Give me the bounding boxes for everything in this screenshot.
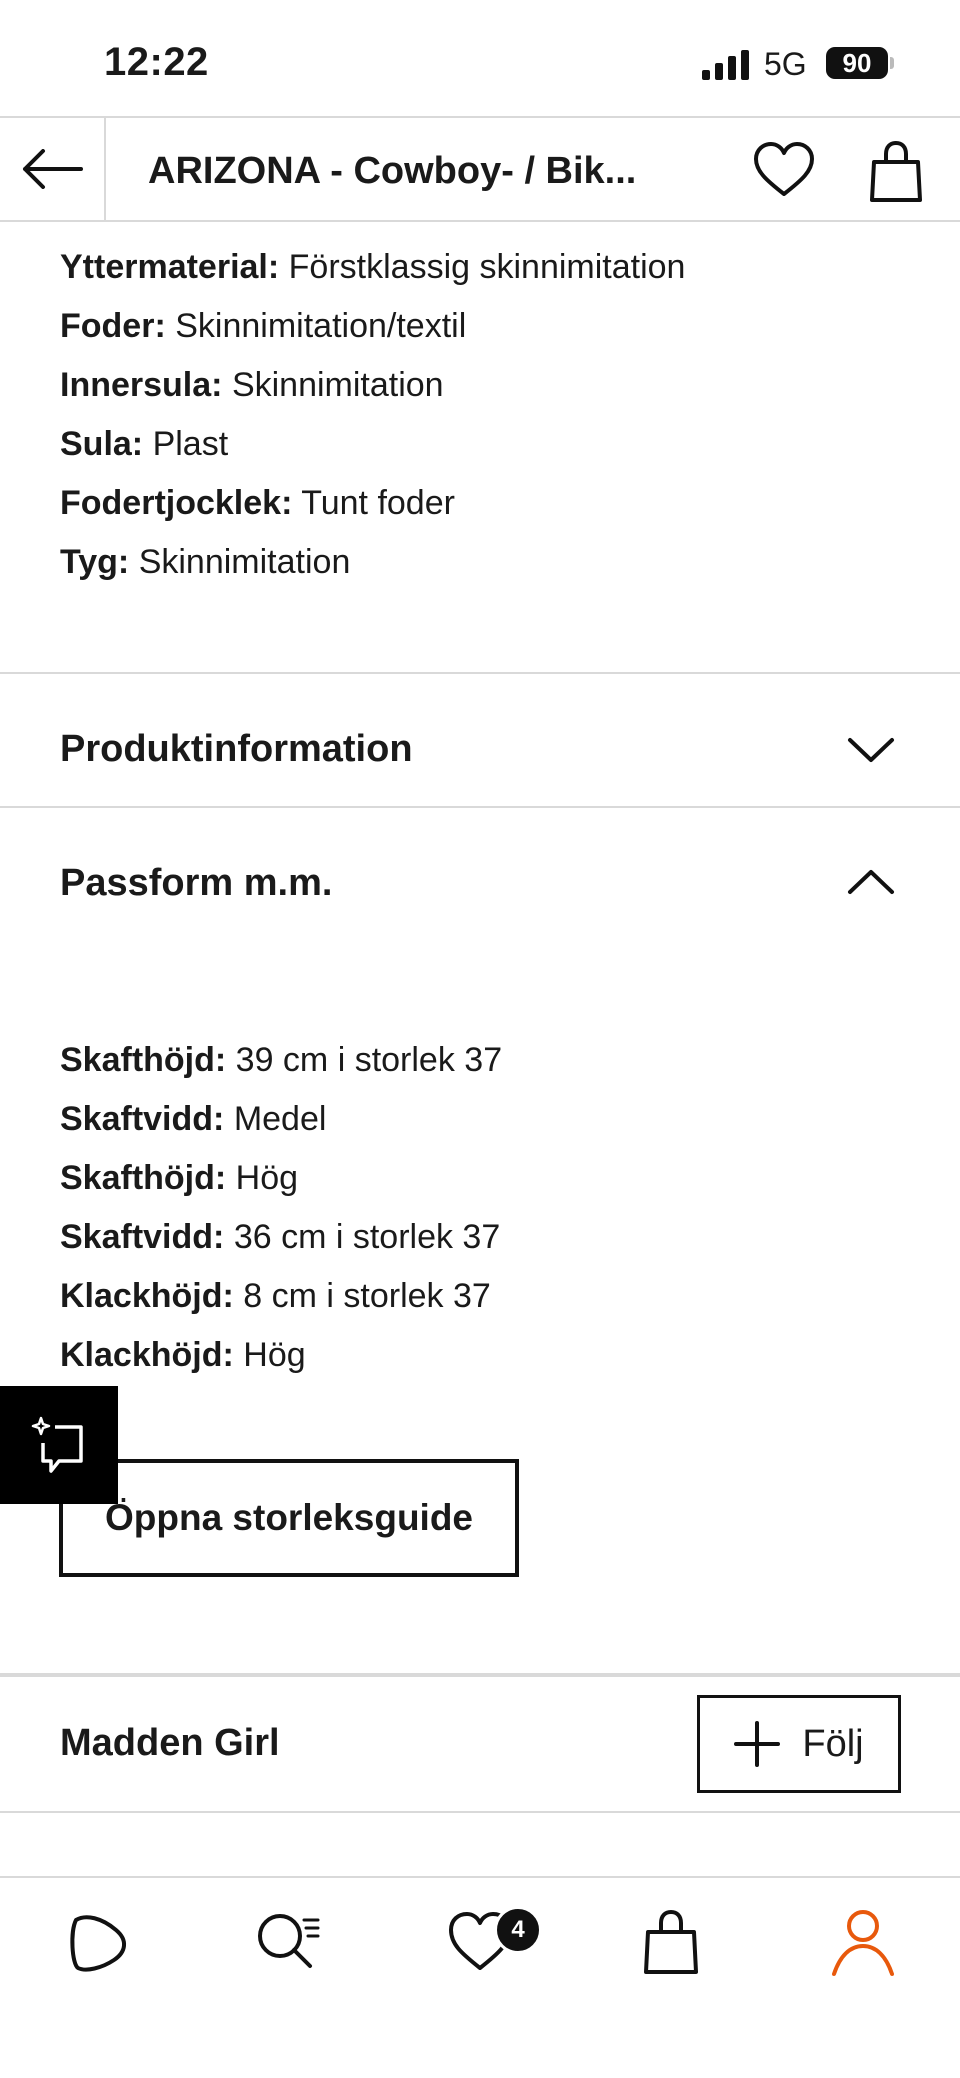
spec-row: Foder: Skinnimitation/textil (60, 297, 685, 356)
spec-label: Yttermaterial: (60, 248, 280, 286)
spec-row: Tyg: Skinnimitation (60, 533, 685, 592)
section-title-product-info: Produktinformation (60, 728, 413, 770)
spec-label: Klackhöjd: (60, 1277, 234, 1315)
spec-label: Skafthöjd: (60, 1159, 227, 1197)
spec-label: Skafthöjd: (60, 1041, 227, 1079)
spec-label: Innersula: (60, 366, 223, 404)
spec-row: Yttermaterial: Förstklassig skinnimitati… (60, 238, 685, 297)
brand-name[interactable]: Madden Girl (60, 1722, 280, 1765)
spec-value: 39 cm i storlek 37 (235, 1041, 503, 1079)
spec-value: Medel (233, 1100, 327, 1138)
spec-row: Skafthöjd: Hög (60, 1149, 502, 1208)
product-title: ARIZONA - Cowboy- / Bik... (148, 150, 637, 192)
divider (0, 806, 960, 808)
spec-label: Tyg: (60, 543, 130, 581)
spec-row: Skaftvidd: Medel (60, 1090, 502, 1149)
spec-value: Skinnimitation/textil (175, 307, 467, 345)
spec-value: Hög (243, 1336, 306, 1374)
chevron-down-icon (848, 738, 894, 762)
sparkle-feedback-icon (31, 1416, 83, 1473)
size-guide-button[interactable]: Öppna storleksguide (59, 1459, 519, 1577)
spec-row: Klackhöjd: Hög (60, 1326, 502, 1385)
spec-row: Innersula: Skinnimitation (60, 356, 685, 415)
spec-row: Skaftvidd: 36 cm i storlek 37 (60, 1208, 502, 1267)
plus-icon (734, 1721, 781, 1767)
wishlist-count-badge: 4 (494, 1906, 542, 1954)
home-play-icon[interactable] (62, 1908, 132, 1978)
spec-row: Skafthöjd: 39 cm i storlek 37 (60, 1031, 502, 1090)
spec-row: Klackhöjd: 8 cm i storlek 37 (60, 1267, 502, 1326)
follow-label: Följ (802, 1722, 864, 1765)
spec-label: Sula: (60, 425, 144, 463)
spec-value: Skinnimitation (231, 366, 444, 404)
divider (0, 672, 960, 674)
profile-icon[interactable] (828, 1908, 898, 1978)
spec-value: Skinnimitation (138, 543, 351, 581)
spec-value: Plast (152, 425, 229, 463)
spec-row: Fodertjocklek: Tunt foder (60, 474, 685, 533)
battery-tip (890, 57, 894, 69)
shopping-bag-icon[interactable] (636, 1908, 706, 1978)
network-type: 5G (764, 46, 807, 82)
search-list-icon[interactable] (254, 1908, 324, 1978)
spec-value: Förstklassig skinnimitation (288, 248, 686, 286)
status-bar: 12:22 5G 90 (0, 0, 960, 116)
shopping-bag-icon[interactable] (864, 140, 928, 204)
spec-value: Tunt foder (301, 484, 455, 522)
spec-label: Klackhöjd: (60, 1336, 234, 1374)
spec-value: 36 cm i storlek 37 (233, 1218, 501, 1256)
chevron-up-icon (848, 870, 894, 894)
material-specs: Yttermaterial: Förstklassig skinnimitati… (60, 238, 685, 592)
signal-icon (702, 50, 749, 80)
spec-label: Fodertjocklek: (60, 484, 293, 522)
spec-value: Hög (235, 1159, 299, 1197)
fit-specs: Skafthöjd: 39 cm i storlek 37 Skaftvidd:… (60, 1031, 502, 1385)
follow-button[interactable]: Följ (697, 1695, 901, 1793)
status-time: 12:22 (104, 40, 209, 84)
arrow-left-icon (23, 149, 83, 189)
spec-value: 8 cm i storlek 37 (243, 1277, 491, 1315)
battery-level: 90 (826, 47, 888, 79)
heart-icon[interactable] (752, 140, 816, 200)
spec-label: Skaftvidd: (60, 1100, 225, 1138)
divider (0, 1811, 960, 1813)
spec-label: Foder: (60, 307, 166, 345)
top-nav: ARIZONA - Cowboy- / Bik... (0, 116, 960, 222)
section-title-fit: Passform m.m. (60, 862, 333, 904)
spec-label: Skaftvidd: (60, 1218, 225, 1256)
spec-row: Sula: Plast (60, 415, 685, 474)
bottom-tab-bar: 4 (0, 1876, 960, 2078)
feedback-button[interactable] (0, 1386, 118, 1504)
back-button[interactable] (0, 118, 106, 220)
battery-icon: 90 (826, 47, 894, 79)
divider (0, 1673, 960, 1677)
